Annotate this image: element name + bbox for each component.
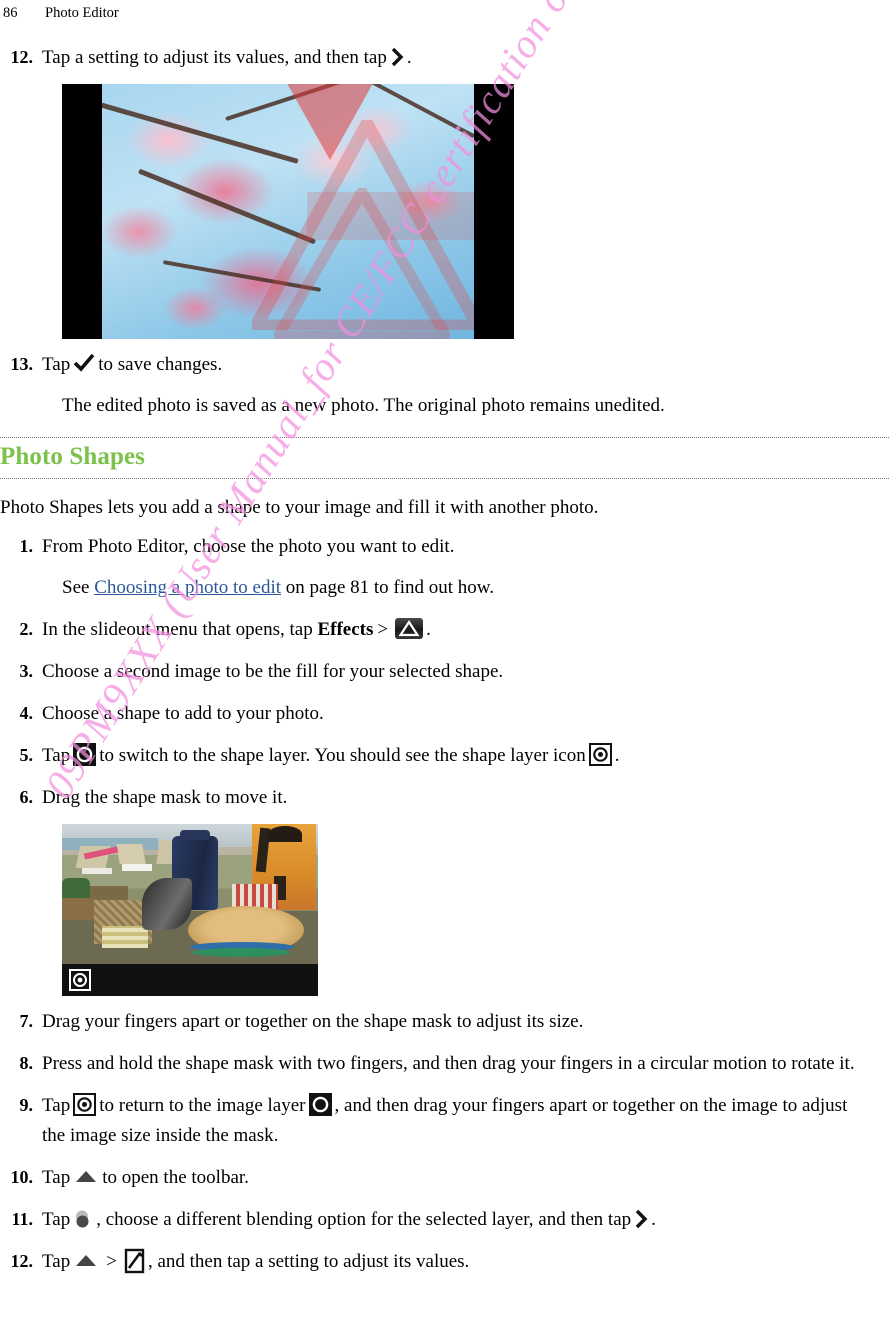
step-text-before: Tap [42, 1095, 71, 1116]
step-number: 13. [10, 354, 34, 374]
shape-band [307, 192, 474, 240]
step-text: Tap to switch to the shape layer. You sho… [42, 741, 889, 771]
step-number: 2. [19, 619, 34, 639]
menu-separator: > [106, 1251, 117, 1272]
step-row: 1. From Photo Editor, choose the photo y… [0, 531, 889, 562]
chevron-right-icon[interactable] [634, 1209, 648, 1229]
blossom-photo [102, 84, 474, 339]
step-number: 6. [19, 787, 34, 807]
step13-detail: The edited photo is saved as a new photo… [62, 395, 665, 416]
step-row: 7. Drag your fingers apart or together o… [0, 1006, 889, 1037]
step-number: 12. [10, 47, 34, 67]
step-text: Choose a shape to add to your photo. [42, 703, 324, 724]
step-text: Drag your fingers apart or together on t… [42, 1011, 584, 1032]
step-text: Tap to save changes. [42, 350, 889, 380]
shape-layer-icon[interactable] [588, 743, 612, 766]
step-text-before: In the slideout menu that opens, tap [42, 619, 313, 640]
step-row: 13. Tap to save changes. [0, 349, 889, 380]
section-heading-block: Photo Shapes [0, 437, 889, 479]
step1-crossref: See Choosing a photo to edit on page 81 … [62, 573, 889, 603]
page-header: 86 Photo Editor [0, 0, 889, 26]
step-number: 8. [19, 1053, 34, 1073]
step-text-mid: to switch to the shape layer. You should… [99, 745, 586, 766]
step-text: Drag the shape mask to move it. [42, 787, 288, 808]
step-text-mid: , choose a different blending option for… [96, 1209, 632, 1230]
step-text-mid: to return to the image layer [99, 1095, 306, 1116]
effects-icon[interactable] [395, 618, 424, 639]
step-text: Tap a setting to adjust its values, and … [42, 43, 889, 73]
step-number: 3. [19, 661, 34, 681]
step-text-before: Tap a setting to adjust its values, and … [42, 47, 387, 68]
step-text: Tap to return to the image layer, and the… [42, 1091, 889, 1151]
document-page: 86 Photo Editor 12. Tap a setting to adj… [0, 0, 889, 1339]
chevron-right-icon[interactable] [390, 47, 404, 67]
step-row: 12. Tap a setting to adjust its values, … [0, 42, 889, 73]
step-text: Choose a second image to be the fill for… [42, 661, 504, 682]
step-number: 4. [19, 703, 34, 723]
step-row: 4. Choose a shape to add to your photo. [0, 698, 889, 729]
header-title: Photo Editor [45, 4, 119, 21]
step-number: 9. [19, 1095, 34, 1115]
step-row: 8. Press and hold the shape mask with tw… [0, 1048, 889, 1079]
caret-up-icon[interactable] [75, 1168, 97, 1184]
shape-layer-icon[interactable] [69, 969, 91, 991]
step-number: 12. [10, 1251, 34, 1271]
figure-beach [62, 824, 318, 996]
step-row: 11. Tap , choose a different blending opt… [0, 1204, 889, 1235]
figure-blossom [62, 84, 514, 339]
image-layer-icon[interactable] [73, 743, 97, 766]
shape-layer-icon[interactable] [73, 1093, 97, 1116]
step-number: 10. [10, 1167, 34, 1187]
step-text-after: . [406, 47, 412, 68]
step-row: 6. Drag the shape mask to move it. [0, 782, 889, 813]
step-text: In the slideout menu that opens, tap Eff… [42, 615, 889, 645]
step-text-after: to save changes. [98, 354, 223, 375]
step-text-before: Tap [42, 354, 71, 375]
section-title: Photo Shapes [0, 443, 145, 470]
step-text: Tap > , and then tap a setting to adjust i… [42, 1247, 889, 1277]
step-row: 9. Tap to return to the image layer, and … [0, 1090, 889, 1151]
checkmark-icon[interactable] [73, 354, 95, 372]
step-text-before: Tap [42, 1209, 71, 1230]
step-number: 11. [11, 1209, 33, 1229]
figure-blossom-wrap [62, 84, 889, 339]
step-row: 2. In the slideout menu that opens, tap … [0, 614, 889, 645]
step-text-before: Tap [42, 1251, 71, 1272]
step-number: 1. [19, 536, 34, 556]
step-text-after: to open the toolbar. [102, 1167, 249, 1188]
step-text: From Photo Editor, choose the photo you … [42, 536, 455, 557]
beach-toolbar [62, 964, 318, 996]
section-intro: Photo Shapes lets you add a shape to you… [0, 497, 599, 518]
menu-label-effects[interactable]: Effects [317, 619, 373, 640]
step-number: 7. [19, 1011, 34, 1031]
step-row: 5. Tap to switch to the shape layer. You … [0, 740, 889, 771]
step-row: 10. Tap to open the toolbar. [0, 1162, 889, 1193]
step-text-before: Tap [42, 1167, 71, 1188]
image-layer-icon[interactable] [308, 1093, 332, 1116]
step-number: 5. [19, 745, 34, 765]
step-text-before: Tap [42, 745, 71, 766]
step-text: Tap to open the toolbar. [42, 1163, 889, 1193]
figure-beach-wrap [62, 824, 889, 996]
step-text-after: . [651, 1209, 656, 1230]
step-text: Press and hold the shape mask with two f… [42, 1053, 855, 1074]
menu-separator: > [377, 619, 389, 640]
crossref-before: See [62, 577, 95, 598]
step-row: 3. Choose a second image to be the fill … [0, 656, 889, 687]
step-text: Tap , choose a different blending option … [42, 1205, 889, 1235]
edit-icon[interactable] [124, 1248, 145, 1274]
page-number: 86 [3, 4, 18, 21]
step-text-after: . [426, 619, 431, 640]
blending-icon[interactable] [73, 1209, 93, 1229]
step-text-after: , and then tap a setting to adjust its v… [147, 1251, 470, 1272]
caret-up-icon[interactable] [75, 1252, 97, 1268]
crossref-link[interactable]: Choosing a photo to edit [94, 577, 281, 598]
beach-photo [62, 824, 318, 964]
page-content: 12. Tap a setting to adjust its values, … [0, 42, 889, 1288]
step-row: 12. Tap > , and then tap a setting to adju… [0, 1246, 889, 1277]
crossref-after: on page 81 to find out how. [281, 577, 495, 598]
step-text-after: . [614, 745, 620, 766]
